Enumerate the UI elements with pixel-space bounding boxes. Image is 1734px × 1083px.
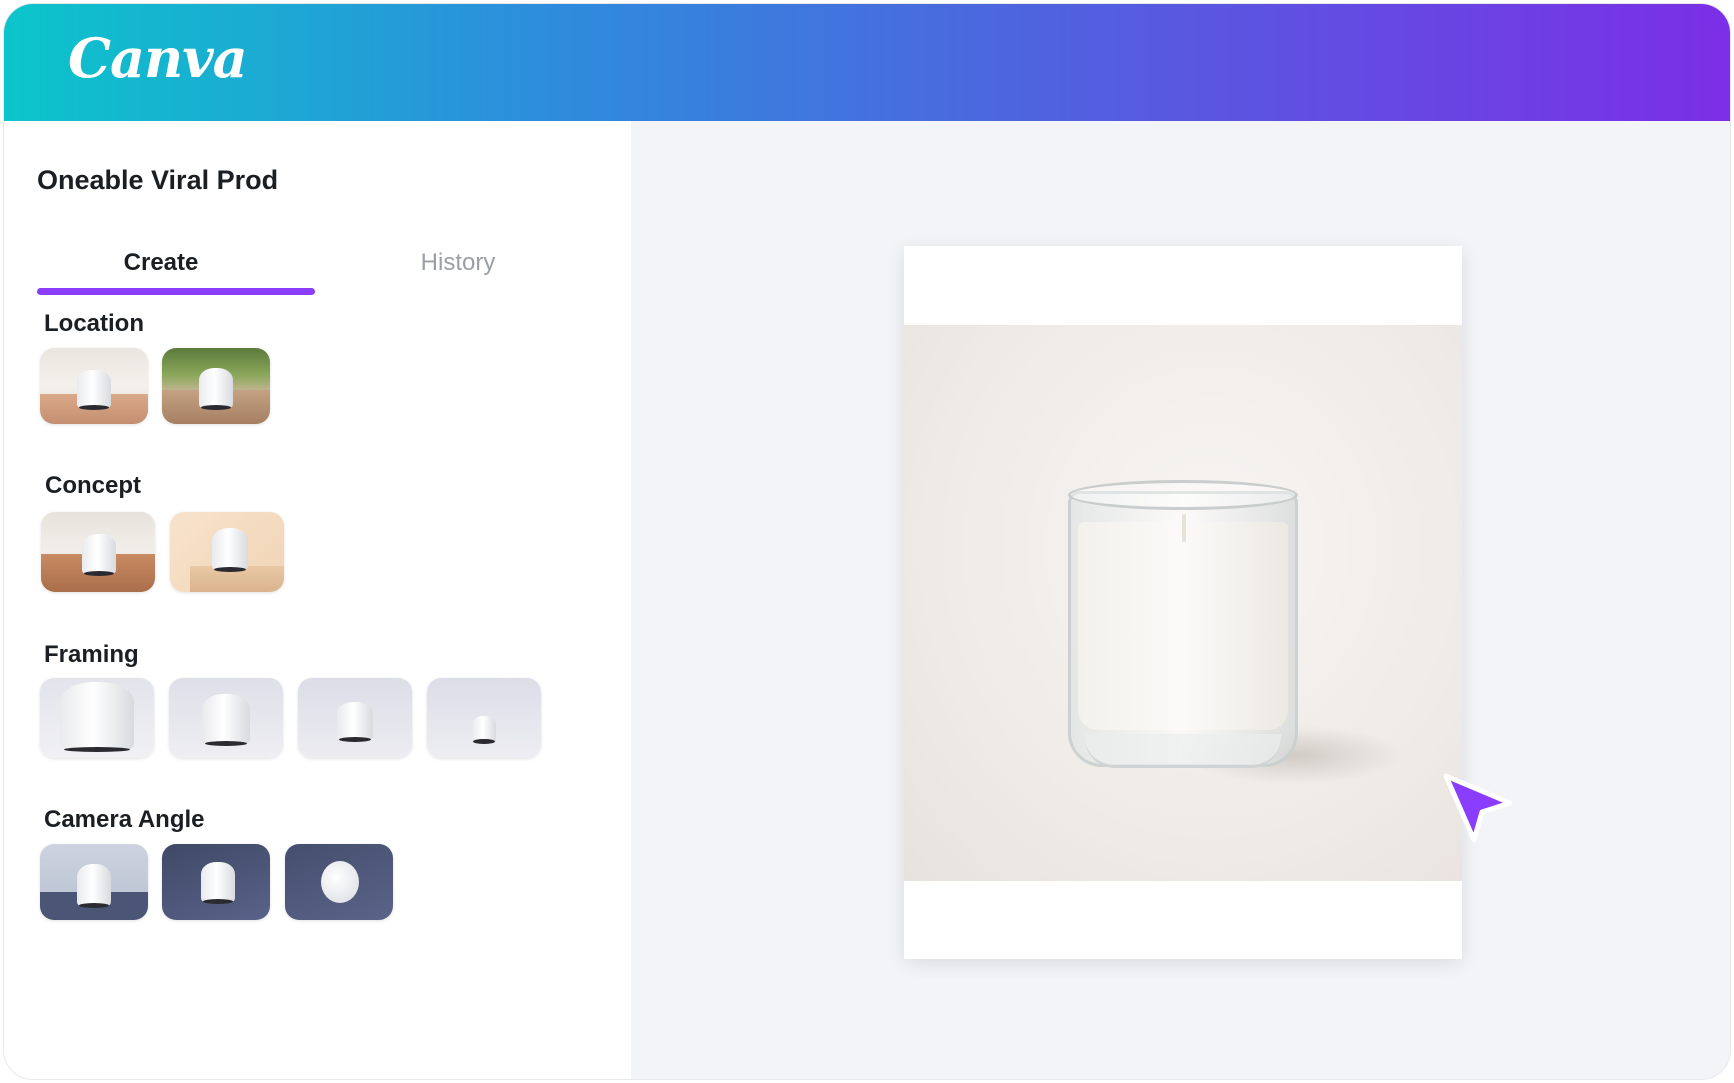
framing-option-wide[interactable] (427, 678, 541, 758)
location-option-outdoor[interactable] (162, 348, 270, 424)
canva-logo[interactable]: Canva (68, 26, 248, 90)
product-icon (202, 694, 250, 746)
section-title-concept: Concept (45, 472, 141, 499)
concept-option-wood-shelf[interactable] (41, 512, 155, 592)
section-title-framing: Framing (44, 641, 139, 668)
framing-option-medium[interactable] (298, 678, 412, 758)
candle-image (1068, 480, 1298, 768)
angle-option-eye-level[interactable] (40, 844, 148, 920)
product-photo (904, 325, 1462, 881)
product-icon (60, 682, 134, 752)
tab-history[interactable]: History (334, 249, 582, 277)
framing-option-close[interactable] (169, 678, 283, 758)
product-icon (472, 716, 496, 744)
product-icon (321, 861, 359, 903)
product-icon (77, 864, 111, 908)
product-icon (199, 368, 233, 410)
section-title-location: Location (44, 310, 144, 337)
design-preview-card[interactable] (904, 246, 1462, 959)
product-icon (77, 370, 111, 410)
active-tab-indicator (37, 288, 315, 295)
product-icon (337, 702, 373, 742)
product-icon (82, 534, 116, 576)
project-title: Oneable Viral Prod (37, 165, 279, 195)
product-icon (212, 528, 248, 572)
angle-option-top-down[interactable] (285, 844, 393, 920)
tab-create[interactable]: Create (37, 249, 285, 277)
framing-option-extreme-close[interactable] (40, 678, 154, 758)
concept-option-peach-pedestal[interactable] (170, 512, 284, 592)
angle-option-high[interactable] (162, 844, 270, 920)
app-window: Canva Oneable Viral Prod Create History … (3, 3, 1731, 1080)
header-bar: Canva (4, 4, 1730, 121)
sidebar-panel: Oneable Viral Prod Create History Locati… (4, 121, 631, 1079)
pointer-arrow-icon (1443, 773, 1513, 843)
product-icon (201, 862, 235, 904)
location-option-indoor[interactable] (40, 348, 148, 424)
section-title-camera-angle: Camera Angle (44, 806, 205, 833)
